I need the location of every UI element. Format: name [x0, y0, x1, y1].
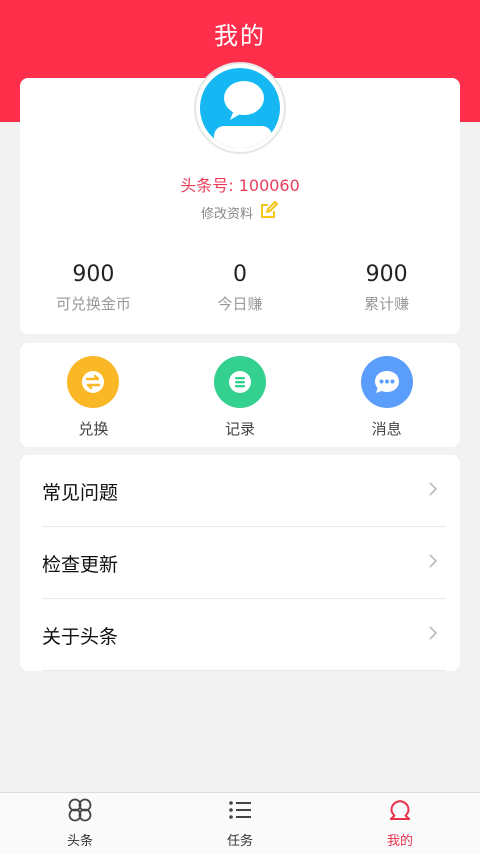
menu-item-faq[interactable]: 常见问题: [20, 455, 460, 527]
user-id-value: 100060: [238, 176, 300, 195]
chat-icon: [360, 356, 413, 408]
person-icon: [387, 797, 413, 827]
exchange-button[interactable]: 兑换: [20, 356, 167, 439]
menu-item-check-update[interactable]: 检查更新: [20, 527, 460, 599]
menu-item-label: 检查更新: [42, 553, 119, 576]
stat-exchangeable-coins: 900 可兑换金币: [20, 262, 167, 314]
menu-item-label: 常见问题: [42, 481, 119, 504]
user-id: 头条号: 100060: [0, 172, 480, 196]
divider: [42, 670, 446, 671]
stat-value: 0: [233, 262, 247, 287]
messages-label: 消息: [371, 420, 402, 438]
list-icon: [214, 356, 266, 408]
page-title: 我的: [214, 22, 266, 50]
default-avatar-icon: [200, 68, 280, 148]
stats-row: 900 可兑换金币 0 今日赚 900 累计赚: [20, 262, 460, 314]
exchange-icon: [67, 356, 120, 408]
user-id-label: 头条号:: [180, 176, 234, 195]
stat-value: 900: [365, 262, 408, 287]
stat-total-earned: 900 累计赚: [313, 262, 460, 314]
chevron-right-icon: [428, 553, 438, 573]
actions-row: 兑换 记录 消息: [20, 356, 460, 439]
stat-label: 今日赚: [217, 295, 263, 313]
tab-label: 头条: [66, 834, 93, 849]
stat-value: 900: [72, 262, 115, 287]
edit-icon: [259, 200, 279, 224]
tab-label: 我的: [386, 834, 413, 849]
stat-today-earned: 0 今日赚: [167, 262, 314, 314]
stat-label: 可兑换金币: [55, 295, 131, 313]
records-button[interactable]: 记录: [167, 356, 314, 439]
messages-button[interactable]: 消息: [313, 356, 460, 439]
tab-label: 任务: [226, 834, 253, 849]
clover-icon: [67, 797, 93, 827]
tab-mine[interactable]: 我的: [320, 793, 480, 853]
tab-headlines[interactable]: 头条: [0, 793, 160, 853]
chevron-right-icon: [428, 625, 438, 645]
list-bullets-icon: [227, 797, 253, 827]
avatar[interactable]: [194, 62, 286, 154]
records-label: 记录: [225, 420, 256, 438]
tab-tasks[interactable]: 任务: [160, 793, 320, 853]
bottom-tab-bar: 头条 任务 我的: [0, 792, 480, 853]
menu-item-about[interactable]: 关于头条: [20, 599, 460, 671]
menu-item-label: 关于头条: [42, 625, 119, 648]
stat-label: 累计赚: [364, 295, 410, 313]
edit-profile-link[interactable]: 修改资料: [0, 200, 480, 224]
chevron-right-icon: [428, 481, 438, 501]
exchange-label: 兑换: [78, 420, 109, 438]
edit-profile-label: 修改资料: [200, 206, 253, 222]
